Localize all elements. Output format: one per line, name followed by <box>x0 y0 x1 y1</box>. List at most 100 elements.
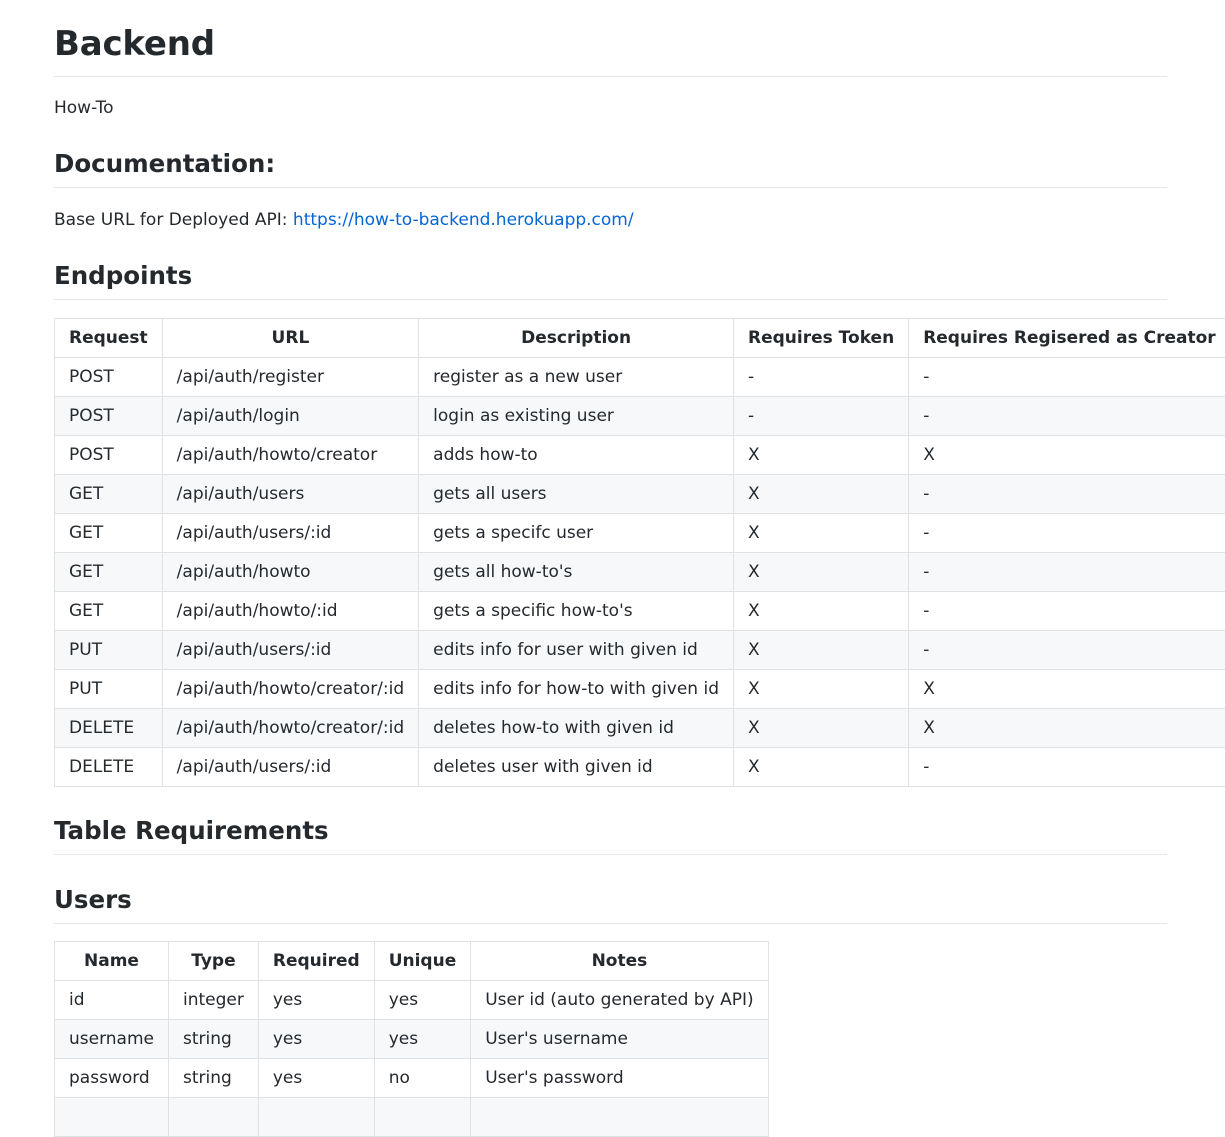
base-url-label: Base URL for Deployed API: <box>54 210 293 230</box>
request-cell: GET <box>55 475 163 514</box>
name-cell: username <box>55 1020 169 1059</box>
description-cell: deletes how-to with given id <box>419 709 734 748</box>
notes-cell: User's username <box>471 1020 768 1059</box>
users-divider <box>54 923 1167 924</box>
unique-cell: yes <box>374 1020 471 1059</box>
users-heading: Users <box>54 884 1167 916</box>
table-row: DELETE/api/auth/users/:iddeletes user wi… <box>55 748 1225 787</box>
description-cell: edits info for how-to with given id <box>419 670 734 709</box>
table-row: POST/api/auth/howto/creatoradds how-toXX <box>55 436 1225 475</box>
unique-cell <box>374 1098 471 1137</box>
name-cell: id <box>55 981 169 1020</box>
table-row: PUT/api/auth/howto/creator/:idedits info… <box>55 670 1225 709</box>
request-cell: POST <box>55 358 163 397</box>
column-header-unique: Unique <box>374 942 471 981</box>
table-row: PUT/api/auth/users/:idedits info for use… <box>55 631 1225 670</box>
documentation-heading: Documentation: <box>54 148 1167 180</box>
url-cell: /api/auth/login <box>162 397 418 436</box>
url-cell: /api/auth/users <box>162 475 418 514</box>
unique-cell: yes <box>374 981 471 1020</box>
required-cell: yes <box>258 1020 374 1059</box>
unique-cell: no <box>374 1059 471 1098</box>
url-cell: /api/auth/register <box>162 358 418 397</box>
project-subtitle: How-To <box>54 96 114 120</box>
table-row: passwordstringyesnoUser's password <box>55 1059 769 1098</box>
column-header-required: Required <box>258 942 374 981</box>
type-cell: integer <box>169 981 259 1020</box>
request-cell: PUT <box>55 670 163 709</box>
requires-creator-cell: X <box>909 670 1225 709</box>
description-cell: gets all how-to's <box>419 553 734 592</box>
table-row <box>55 1098 769 1137</box>
users-header-row: Name Type Required Unique Notes <box>55 942 769 981</box>
requires-creator-cell: X <box>909 709 1225 748</box>
requires-token-cell: X <box>734 709 909 748</box>
column-header-url: URL <box>162 319 418 358</box>
description-cell: edits info for user with given id <box>419 631 734 670</box>
requires-creator-cell: - <box>909 631 1225 670</box>
endpoints-heading: Endpoints <box>54 260 1167 292</box>
column-header-request: Request <box>55 319 163 358</box>
table-row: usernamestringyesyesUser's username <box>55 1020 769 1059</box>
requires-token-cell: X <box>734 592 909 631</box>
description-cell: gets a specifc user <box>419 514 734 553</box>
description-cell: register as a new user <box>419 358 734 397</box>
notes-cell: User's password <box>471 1059 768 1098</box>
type-cell: string <box>169 1059 259 1098</box>
request-cell: DELETE <box>55 709 163 748</box>
base-url-link[interactable]: https://how-to-backend.herokuapp.com/ <box>293 210 634 230</box>
url-cell: /api/auth/howto <box>162 553 418 592</box>
column-header-name: Name <box>55 942 169 981</box>
requires-token-cell: X <box>734 631 909 670</box>
url-cell: /api/auth/users/:id <box>162 631 418 670</box>
description-cell: gets all users <box>419 475 734 514</box>
column-header-type: Type <box>169 942 259 981</box>
url-cell: /api/auth/howto/:id <box>162 592 418 631</box>
requires-token-cell: X <box>734 475 909 514</box>
requires-token-cell: - <box>734 358 909 397</box>
column-header-requires-token: Requires Token <box>734 319 909 358</box>
table-row: GET/api/auth/howtogets all how-to'sX- <box>55 553 1225 592</box>
request-cell: DELETE <box>55 748 163 787</box>
requires-token-cell: - <box>734 397 909 436</box>
request-cell: POST <box>55 436 163 475</box>
description-cell: adds how-to <box>419 436 734 475</box>
required-cell <box>258 1098 374 1137</box>
table-row: GET/api/auth/howto/:idgets a specific ho… <box>55 592 1225 631</box>
column-header-description: Description <box>419 319 734 358</box>
requires-creator-cell: - <box>909 592 1225 631</box>
type-cell: string <box>169 1020 259 1059</box>
request-cell: POST <box>55 397 163 436</box>
required-cell: yes <box>258 981 374 1020</box>
request-cell: PUT <box>55 631 163 670</box>
base-url-paragraph: Base URL for Deployed API: https://how-t… <box>54 208 634 232</box>
requires-token-cell: X <box>734 553 909 592</box>
url-cell: /api/auth/howto/creator <box>162 436 418 475</box>
endpoints-header-row: Request URL Description Requires Token R… <box>55 319 1225 358</box>
readme-page: Backend How-To Documentation: Base URL f… <box>0 0 1225 1109</box>
table-row: POST/api/auth/registerregister as a new … <box>55 358 1225 397</box>
table-row: GET/api/auth/users/:idgets a specifc use… <box>55 514 1225 553</box>
table-requirements-divider <box>54 854 1167 855</box>
table-row: idintegeryesyesUser id (auto generated b… <box>55 981 769 1020</box>
requires-creator-cell: - <box>909 475 1225 514</box>
description-cell: gets a specific how-to's <box>419 592 734 631</box>
requires-creator-cell: - <box>909 397 1225 436</box>
users-table: Name Type Required Unique Notes idintege… <box>54 941 769 1137</box>
column-header-requires-creator: Requires Regisered as Creator <box>909 319 1225 358</box>
required-cell: yes <box>258 1059 374 1098</box>
url-cell: /api/auth/howto/creator/:id <box>162 709 418 748</box>
requires-token-cell: X <box>734 748 909 787</box>
url-cell: /api/auth/users/:id <box>162 514 418 553</box>
requires-creator-cell: - <box>909 748 1225 787</box>
type-cell <box>169 1098 259 1137</box>
request-cell: GET <box>55 553 163 592</box>
page-title: Backend <box>54 22 1167 66</box>
table-row: GET/api/auth/usersgets all usersX- <box>55 475 1225 514</box>
requires-creator-cell: - <box>909 553 1225 592</box>
notes-cell: User id (auto generated by API) <box>471 981 768 1020</box>
url-cell: /api/auth/howto/creator/:id <box>162 670 418 709</box>
requires-creator-cell: - <box>909 514 1225 553</box>
notes-cell <box>471 1098 768 1137</box>
endpoints-divider <box>54 299 1167 300</box>
